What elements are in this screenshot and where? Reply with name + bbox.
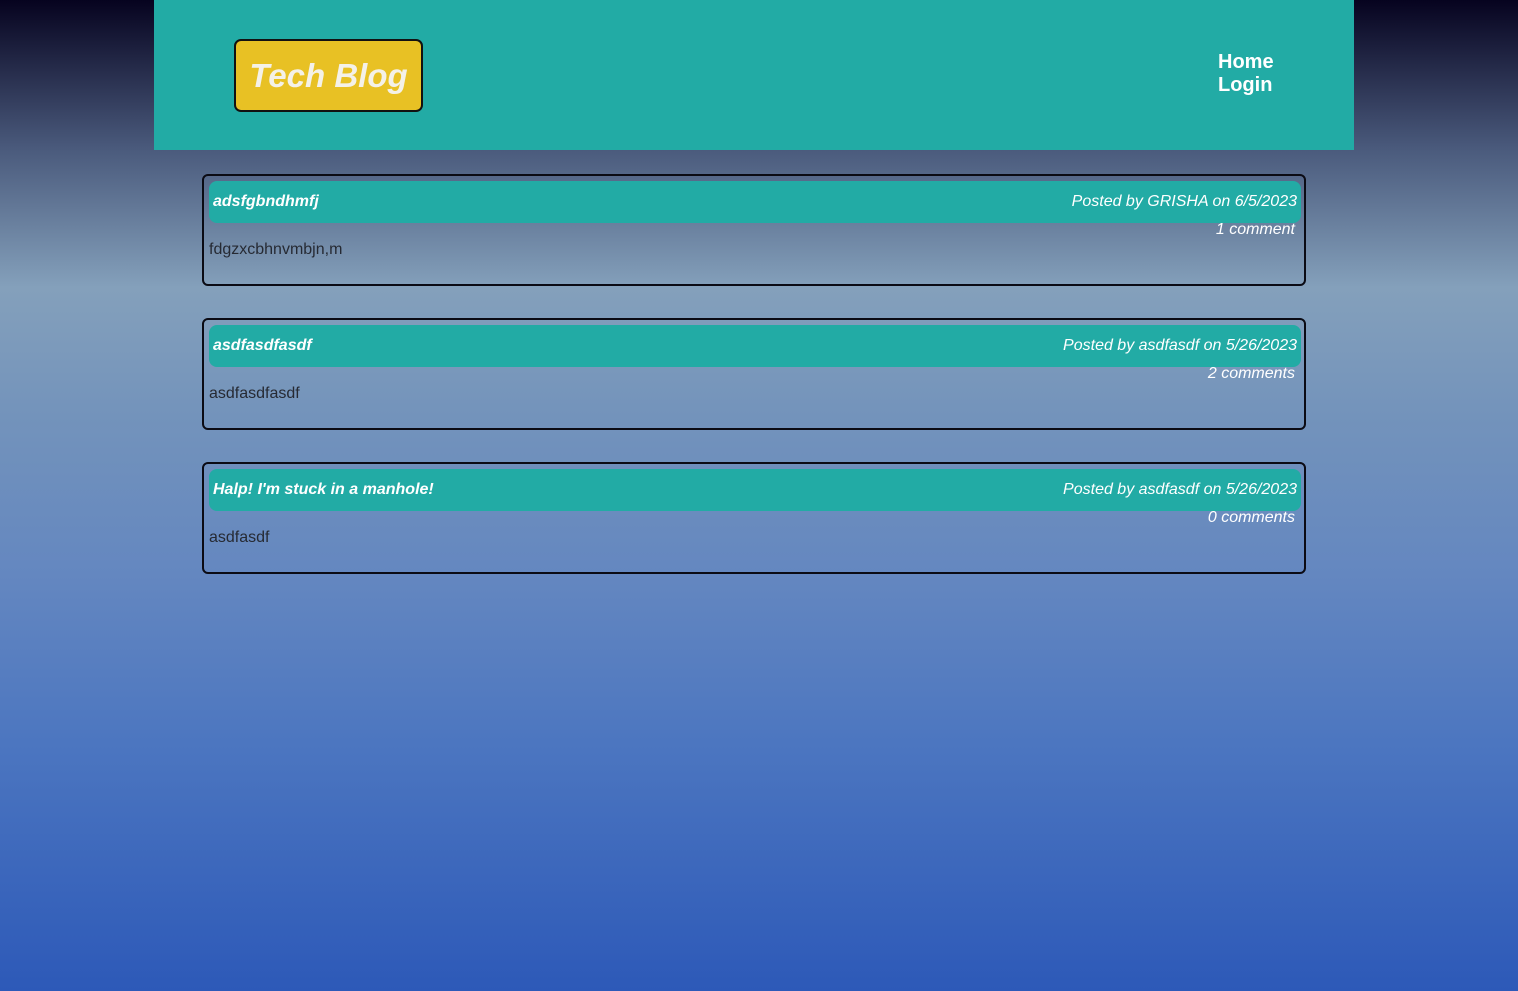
post-meta: Posted by asdfasdf on 5/26/2023	[1063, 481, 1297, 498]
post-header-bar: asdfasdfasdf Posted by asdfasdf on 5/26/…	[209, 325, 1301, 367]
main-nav: Home Login	[1218, 51, 1274, 97]
post-meta: Posted by GRISHA on 6/5/2023	[1071, 193, 1297, 210]
nav-home-link[interactable]: Home	[1218, 51, 1274, 74]
post-list: adsfgbndhmfj Posted by GRISHA on 6/5/202…	[202, 174, 1306, 606]
post-header-bar: adsfgbndhmfj Posted by GRISHA on 6/5/202…	[209, 181, 1301, 223]
post-card[interactable]: asdfasdfasdf Posted by asdfasdf on 5/26/…	[202, 318, 1306, 430]
post-body: fdgzxcbhnvmbjn,m	[209, 241, 343, 258]
post-card[interactable]: Halp! I'm stuck in a manhole! Posted by …	[202, 462, 1306, 574]
site-header: Tech Blog Home Login	[154, 0, 1354, 150]
site-logo[interactable]: Tech Blog	[234, 39, 423, 112]
post-title[interactable]: asdfasdfasdf	[213, 337, 312, 355]
post-comment-count[interactable]: 1 comment	[1216, 221, 1295, 239]
post-title[interactable]: Halp! I'm stuck in a manhole!	[213, 481, 434, 499]
post-comment-count[interactable]: 0 comments	[1208, 509, 1295, 527]
post-body: asdfasdfasdf	[209, 385, 300, 402]
post-comment-count[interactable]: 2 comments	[1208, 365, 1295, 383]
post-card[interactable]: adsfgbndhmfj Posted by GRISHA on 6/5/202…	[202, 174, 1306, 286]
post-meta: Posted by asdfasdf on 5/26/2023	[1063, 337, 1297, 354]
post-header-bar: Halp! I'm stuck in a manhole! Posted by …	[209, 469, 1301, 511]
post-title[interactable]: adsfgbndhmfj	[213, 193, 319, 211]
nav-login-link[interactable]: Login	[1218, 74, 1274, 97]
post-body: asdfasdf	[209, 529, 270, 546]
